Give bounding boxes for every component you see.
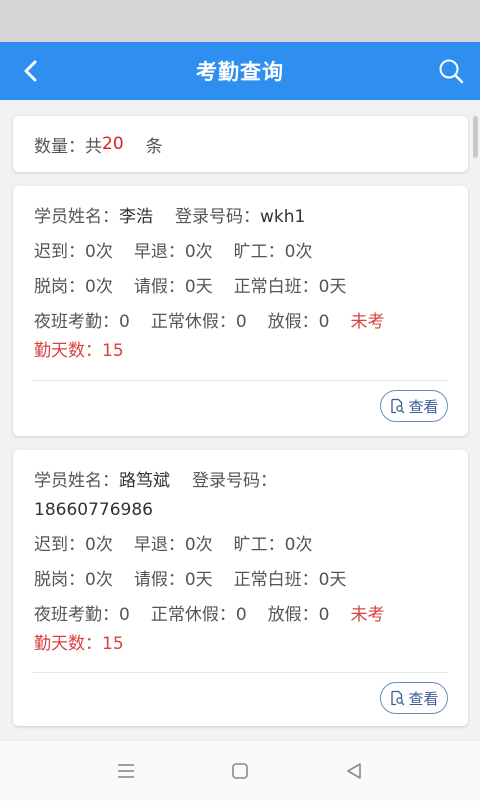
- summary-label: 数量：共: [34, 136, 102, 157]
- login-label: 登录号码：: [175, 207, 260, 227]
- search-icon: [439, 59, 464, 84]
- late-count: 迟到：0次: [34, 535, 113, 555]
- triangle-back-icon: [347, 763, 361, 779]
- summary-count: 20: [102, 134, 124, 154]
- day-shift-days: 正常白班：0天: [233, 277, 347, 297]
- off-post-count: 脱岗：0次: [34, 277, 113, 297]
- unattended-days: 勤天数：15: [34, 341, 124, 361]
- login-label: 登录号码：: [192, 471, 277, 491]
- holiday-count: 放假：0: [267, 605, 330, 625]
- square-icon: [232, 763, 248, 779]
- student-name: 李浩: [119, 207, 153, 227]
- day-shift-days: 正常白班：0天: [233, 570, 347, 590]
- view-button[interactable]: 查看: [380, 390, 448, 422]
- content-area[interactable]: 数量：共 20 条 学员姓名： 李浩 登录号码： wkh1 迟到：0次 早退：0次 旷工…: [0, 100, 480, 740]
- back-button[interactable]: [14, 54, 48, 88]
- leave-days: 请假：0天: [133, 570, 213, 590]
- page-title: 考勤查询: [196, 60, 284, 84]
- off-post-count: 脱岗：0次: [34, 570, 113, 590]
- document-search-icon: [391, 690, 405, 706]
- late-count: 迟到：0次: [34, 242, 113, 262]
- search-button[interactable]: [434, 54, 468, 88]
- record-card: 学员姓名： 路笃斌 登录号码： 18660776986 迟到：0次 早退：0次 旷…: [13, 450, 468, 726]
- unattended-label: 未考: [350, 312, 385, 332]
- early-leave-count: 早退：0次: [133, 242, 213, 262]
- record-card: 学员姓名： 李浩 登录号码： wkh1 迟到：0次 早退：0次 旷工：0次 脱岗：0…: [13, 186, 468, 436]
- absent-count: 旷工：0次: [233, 535, 313, 555]
- unattended-days: 勤天数：15: [34, 634, 124, 654]
- login-number: 18660776986: [34, 500, 153, 520]
- normal-rest-count: 正常休假：0: [150, 312, 247, 332]
- summary-card: 数量：共 20 条: [13, 116, 468, 172]
- menu-nav-button[interactable]: [114, 759, 138, 783]
- summary-unit: 条: [145, 136, 163, 157]
- early-leave-count: 早退：0次: [133, 535, 213, 555]
- system-nav-bar: [0, 740, 480, 801]
- divider: [33, 380, 448, 381]
- divider: [33, 672, 448, 673]
- scrollbar[interactable]: [473, 116, 478, 158]
- name-label: 学员姓名：: [34, 207, 119, 227]
- login-number: wkh1: [260, 207, 306, 227]
- menu-icon: [118, 764, 134, 778]
- app-bar: 考勤查询: [0, 42, 480, 100]
- holiday-count: 放假：0: [267, 312, 330, 332]
- leave-days: 请假：0天: [133, 277, 213, 297]
- back-nav-button[interactable]: [342, 759, 366, 783]
- home-nav-button[interactable]: [228, 759, 252, 783]
- view-button-label: 查看: [408, 397, 439, 416]
- normal-rest-count: 正常休假：0: [150, 605, 247, 625]
- view-button-label: 查看: [408, 689, 439, 708]
- chevron-left-icon: [24, 60, 37, 82]
- document-search-icon: [391, 398, 405, 414]
- status-bar: [0, 0, 480, 42]
- view-button[interactable]: 查看: [380, 682, 448, 714]
- absent-count: 旷工：0次: [233, 242, 313, 262]
- unattended-label: 未考: [350, 605, 385, 625]
